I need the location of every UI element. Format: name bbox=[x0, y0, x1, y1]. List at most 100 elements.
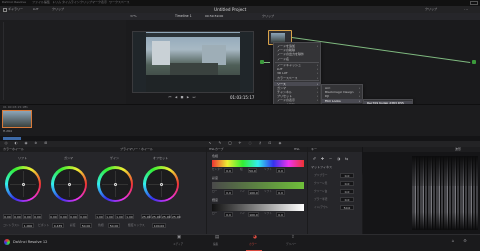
play-icon[interactable]: ▶ bbox=[186, 96, 190, 99]
menu-item-colorspace[interactable]: カラースペース › bbox=[274, 76, 320, 80]
preblur-field[interactable]: 0.0 bbox=[340, 173, 354, 178]
curves-icon[interactable]: ∿ bbox=[208, 141, 212, 146]
viewer-zoom[interactable]: 37% bbox=[130, 14, 137, 18]
scope-mode[interactable]: 波形 bbox=[455, 148, 461, 151]
gamma-wheel[interactable] bbox=[51, 166, 87, 202]
hue-soft-field[interactable]: 0.0 bbox=[276, 168, 285, 173]
media-pool-button[interactable]: クリップ bbox=[52, 8, 64, 11]
gain-y[interactable]: 1.00 bbox=[95, 214, 104, 219]
offset-wheel[interactable] bbox=[143, 166, 179, 202]
menu-item-node-label[interactable]: ノード名 bbox=[274, 57, 320, 61]
primary-wheels-mode[interactable]: プライマリー・ホイール bbox=[120, 148, 153, 151]
window-icon[interactable]: ◯ bbox=[228, 141, 232, 146]
offset-g[interactable]: 25.00 bbox=[161, 214, 171, 219]
gain-b[interactable]: 1.00 bbox=[125, 214, 134, 219]
clean-white-field[interactable]: 0.0 bbox=[340, 189, 354, 194]
media-page-label[interactable]: メディア bbox=[173, 243, 183, 247]
invert-icon[interactable]: ⇆ bbox=[344, 157, 349, 161]
highlight-icon[interactable]: ◑ bbox=[336, 157, 341, 161]
gain-r[interactable]: 1.00 bbox=[105, 214, 114, 219]
gallery-icon[interactable] bbox=[3, 7, 7, 12]
menu-item-workspace[interactable]: ワークスペース bbox=[109, 1, 130, 4]
sat-high-field[interactable]: 100.0 bbox=[248, 190, 259, 195]
clip-toolbar-label[interactable]: クリップ bbox=[425, 8, 437, 11]
gamma-y[interactable]: 0.00 bbox=[49, 214, 58, 219]
gain-wheel[interactable] bbox=[97, 166, 133, 202]
hue-center-field[interactable]: 0.0 bbox=[224, 168, 233, 173]
lum-low-field[interactable]: 0.0 bbox=[224, 212, 233, 217]
picker-add-icon[interactable]: ✚ bbox=[320, 157, 325, 161]
color-page-icon[interactable]: ◕ bbox=[250, 235, 260, 241]
lum-mix-field[interactable]: 100.00 bbox=[152, 223, 166, 228]
menu-item-timeline[interactable]: タイムライン bbox=[62, 1, 80, 4]
lut-button[interactable]: LUT bbox=[33, 8, 39, 11]
picker-icon[interactable]: ✐ bbox=[312, 157, 317, 161]
hsl-mode[interactable]: HSL bbox=[294, 148, 300, 151]
sizing-icon[interactable]: ⊡ bbox=[268, 141, 272, 146]
lift-y[interactable]: 0.00 bbox=[3, 214, 12, 219]
node-output-icon[interactable] bbox=[472, 60, 476, 64]
edit-page-icon[interactable]: ▤ bbox=[212, 235, 222, 241]
media-page-icon[interactable]: ▣ bbox=[174, 235, 184, 241]
go-end-icon[interactable]: ⏭ bbox=[192, 96, 196, 99]
menu-item-view[interactable]: 表示 bbox=[101, 1, 107, 4]
lum-gradient-bar[interactable] bbox=[212, 204, 304, 211]
key-icon[interactable]: ⚷ bbox=[258, 141, 262, 146]
deliver-page-icon[interactable]: ⇪ bbox=[288, 235, 298, 241]
gamma-g[interactable]: 0.00 bbox=[69, 214, 78, 219]
deliver-page-label[interactable]: デリバー bbox=[286, 243, 296, 247]
offset-r[interactable]: 25.00 bbox=[151, 214, 161, 219]
saturation-field[interactable]: 50.00 bbox=[80, 223, 92, 228]
wheels-icon[interactable]: ◉ bbox=[24, 141, 28, 146]
stop-icon[interactable]: ■ bbox=[180, 96, 184, 99]
menu-item-app[interactable]: DaVinci Resolve bbox=[2, 1, 26, 4]
lum-high-field[interactable]: 100.0 bbox=[248, 212, 259, 217]
lift-r[interactable]: 0.00 bbox=[13, 214, 22, 219]
clean-black-field[interactable]: 0.0 bbox=[340, 181, 354, 186]
gain-g[interactable]: 1.00 bbox=[115, 214, 124, 219]
menu-item-mark[interactable]: マーク bbox=[92, 1, 101, 4]
lum-soft-field[interactable]: 0.0 bbox=[276, 212, 285, 217]
blur-icon[interactable]: ◌ bbox=[248, 141, 252, 146]
blur-radius-field[interactable]: 0.0 bbox=[340, 197, 354, 202]
mini-timeline[interactable] bbox=[0, 136, 480, 141]
offset-y[interactable]: 25.00 bbox=[141, 214, 151, 219]
in-out-field[interactable]: 50.0 bbox=[340, 205, 354, 210]
sat-gradient-bar[interactable] bbox=[212, 182, 304, 189]
gamma-b[interactable]: 0.00 bbox=[79, 214, 88, 219]
qualifier-icon[interactable]: ✎ bbox=[218, 141, 222, 146]
color-match-icon[interactable]: ◐ bbox=[14, 141, 18, 146]
rgb-mixer-icon[interactable]: ✲ bbox=[34, 141, 38, 146]
menu-item-clip[interactable]: クリップ bbox=[80, 1, 92, 4]
edit-page-label[interactable]: 編集 bbox=[213, 243, 218, 247]
contrast-field[interactable]: 1.000 bbox=[22, 223, 34, 228]
camera-raw-icon[interactable]: ◎ bbox=[4, 141, 8, 146]
settings-icon[interactable]: ⚙ bbox=[462, 239, 468, 243]
pivot-field[interactable]: 0.435 bbox=[52, 223, 64, 228]
picker-subtract-icon[interactable]: − bbox=[328, 157, 333, 161]
menu-item-trim[interactable]: トリム bbox=[52, 1, 61, 4]
window-control-icon[interactable] bbox=[470, 1, 478, 5]
lift-b[interactable]: 0.00 bbox=[33, 214, 42, 219]
menu-dots-icon[interactable]: ⋯ bbox=[464, 7, 468, 12]
hue-gradient-bar[interactable] bbox=[212, 160, 304, 167]
clip-thumbnail[interactable] bbox=[2, 110, 32, 128]
gallery-button[interactable]: ギャラリー bbox=[8, 8, 23, 11]
gamma-r[interactable]: 0.00 bbox=[59, 214, 68, 219]
menu-item-edit[interactable]: 編集 bbox=[44, 1, 50, 4]
hue-width-field[interactable]: 50.0 bbox=[248, 168, 257, 173]
sat-soft-field[interactable]: 0.0 bbox=[276, 190, 285, 195]
clip-mode-label[interactable]: クリップ bbox=[262, 14, 274, 18]
offset-b[interactable]: 25.00 bbox=[171, 214, 181, 219]
color-page-label[interactable]: カラー bbox=[249, 243, 257, 247]
home-icon[interactable]: ⌂ bbox=[450, 239, 456, 243]
lift-g[interactable]: 0.00 bbox=[23, 214, 32, 219]
rewind-icon[interactable]: ◀ bbox=[174, 96, 178, 99]
hue-field[interactable]: 50.00 bbox=[108, 223, 120, 228]
go-start-icon[interactable]: ⏮ bbox=[168, 96, 172, 99]
3d-icon[interactable]: ◈ bbox=[278, 141, 282, 146]
tracker-icon[interactable]: ✛ bbox=[238, 141, 242, 146]
menu-item-file[interactable]: ファイル bbox=[32, 1, 44, 4]
sat-low-field[interactable]: 0.0 bbox=[224, 190, 233, 195]
motion-icon[interactable]: ⊞ bbox=[44, 141, 48, 146]
